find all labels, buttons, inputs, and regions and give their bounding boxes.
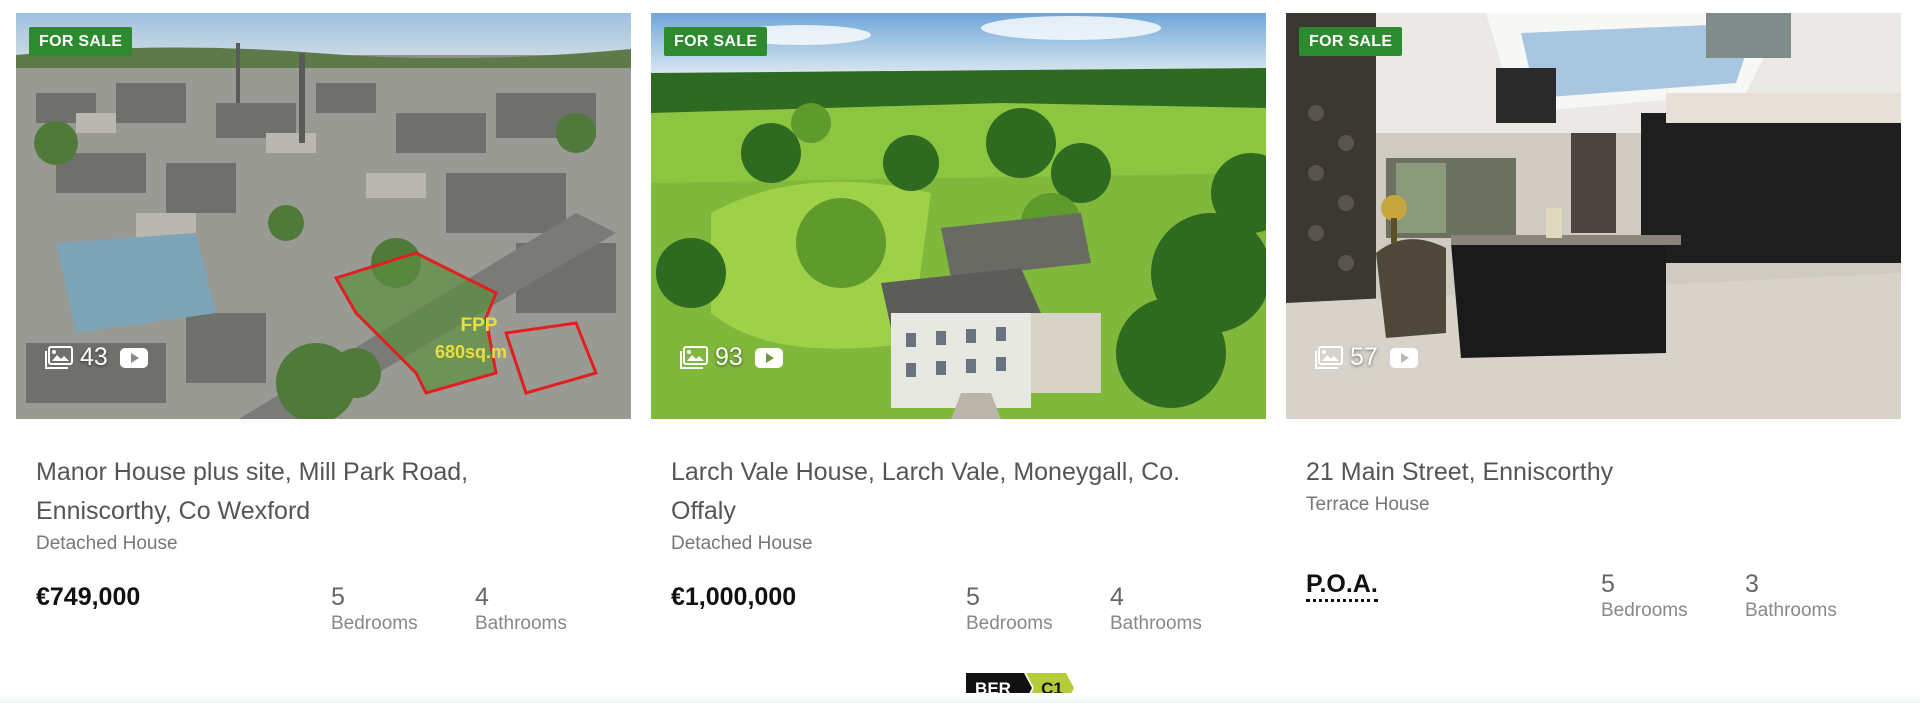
price: €749,000 — [36, 583, 141, 611]
property-card[interactable]: FPP 680sq.m FOR SALE 43 Manor House plus… — [16, 13, 631, 703]
property-type: Detached House — [36, 533, 178, 554]
listing-facts: €749,000 5 Bedrooms 4 Bathrooms — [36, 583, 611, 663]
bathrooms-count: 4 — [475, 583, 489, 611]
gallery-icon — [45, 345, 73, 369]
bathrooms-stat: 4 Bathrooms — [475, 583, 567, 637]
bathrooms-label: Bathrooms — [475, 613, 567, 634]
media-counter[interactable]: 57 — [1314, 343, 1418, 372]
bedrooms-stat: 5 Bedrooms — [1601, 570, 1688, 624]
gallery-icon — [680, 345, 708, 369]
listing-title[interactable]: 21 Main Street, Enniscorthy — [1306, 453, 1866, 492]
media-counter[interactable]: 43 — [44, 343, 148, 372]
property-photo[interactable]: FPP 680sq.m FOR SALE 43 — [16, 13, 631, 419]
bedrooms-label: Bedrooms — [331, 613, 418, 634]
video-icon[interactable] — [119, 347, 148, 369]
bedrooms-count: 5 — [1601, 570, 1615, 598]
photo-count: 57 — [1350, 343, 1378, 371]
photo-count: 93 — [715, 343, 743, 371]
media-counter[interactable]: 93 — [679, 343, 783, 372]
fpp-overlay-line1: FPP — [461, 315, 498, 336]
property-card[interactable]: FOR SALE 57 21 Main Street, Enniscorthy … — [1286, 13, 1901, 703]
listing-title[interactable]: Manor House plus site, Mill Park Road, E… — [36, 453, 596, 531]
price-container: P.O.A. — [1306, 570, 1378, 602]
property-type: Terrace House — [1306, 494, 1430, 515]
bedrooms-stat: 5 Bedrooms — [966, 583, 1053, 637]
for-sale-badge: FOR SALE — [1299, 27, 1403, 56]
for-sale-badge: FOR SALE — [664, 27, 768, 56]
bathrooms-count: 3 — [1745, 570, 1759, 598]
price: €1,000,000 — [671, 583, 797, 611]
next-row-divider — [0, 693, 1920, 703]
bedrooms-count: 5 — [966, 583, 980, 611]
listing-facts: P.O.A. 5 Bedrooms 3 Bathrooms — [1306, 570, 1881, 650]
bedrooms-label: Bedrooms — [1601, 600, 1688, 621]
price-on-application[interactable]: P.O.A. — [1306, 570, 1378, 602]
photo-count: 43 — [80, 343, 108, 371]
video-icon[interactable] — [1389, 347, 1418, 369]
listing-facts: €1,000,000 5 Bedrooms 4 Bathrooms BER C1 — [671, 583, 1246, 703]
property-card[interactable]: FOR SALE 93 Larch Vale House, Larch Vale… — [651, 13, 1266, 703]
video-icon[interactable] — [754, 347, 783, 369]
property-photo[interactable]: FOR SALE 93 — [651, 13, 1266, 419]
bathrooms-count: 4 — [1110, 583, 1124, 611]
bedrooms-count: 5 — [331, 583, 345, 611]
bedrooms-label: Bedrooms — [966, 613, 1053, 634]
property-photo[interactable]: FOR SALE 57 — [1286, 13, 1901, 419]
property-type: Detached House — [671, 533, 813, 554]
fpp-overlay-line2: 680sq.m — [435, 342, 507, 362]
bathrooms-stat: 3 Bathrooms — [1745, 570, 1837, 624]
bathrooms-stat: 4 Bathrooms — [1110, 583, 1202, 637]
bedrooms-stat: 5 Bedrooms — [331, 583, 418, 637]
for-sale-badge: FOR SALE — [29, 27, 133, 56]
bathrooms-label: Bathrooms — [1110, 613, 1202, 634]
listing-title[interactable]: Larch Vale House, Larch Vale, Moneygall,… — [671, 453, 1231, 531]
bathrooms-label: Bathrooms — [1745, 600, 1837, 621]
gallery-icon — [1315, 345, 1343, 369]
property-results-grid: FPP 680sq.m FOR SALE 43 Manor House plus… — [0, 0, 1920, 703]
